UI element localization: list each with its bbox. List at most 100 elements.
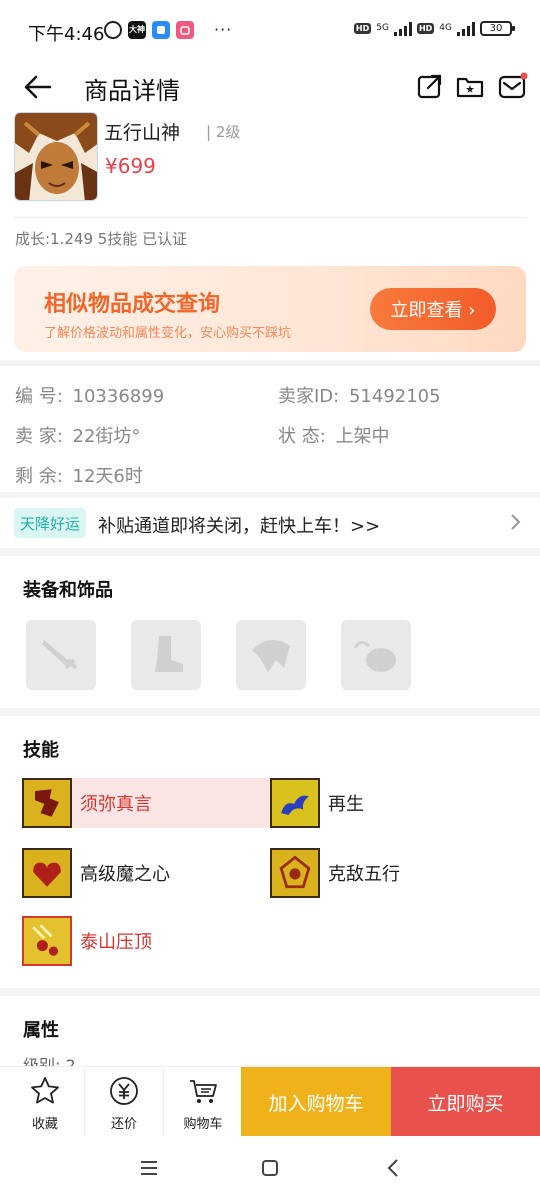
- folder-favorite-icon[interactable]: [456, 72, 484, 100]
- seller-id-label: 卖家ID:: [278, 386, 340, 407]
- section-gap: [0, 708, 540, 716]
- status-bar: 下午4:46 大神 ··· HD 5G HD 4G 30: [0, 0, 540, 62]
- item-tags: 成长:1.249 5技能 已认证: [15, 230, 188, 248]
- remain-label: 剩 余:: [15, 466, 63, 487]
- star-icon: [31, 1077, 59, 1104]
- item-name: 五行山神: [104, 122, 181, 144]
- system-nav-bar: [0, 1136, 540, 1200]
- item-price: ¥699: [105, 154, 156, 178]
- more-notifications-icon: ···: [214, 20, 233, 39]
- bargain-button[interactable]: 还价: [85, 1067, 163, 1137]
- battery-icon: 30: [480, 21, 515, 36]
- menu-icon[interactable]: [137, 1156, 161, 1180]
- accessory-slot-icon: [353, 641, 396, 672]
- status-row: 状 态: 上架中: [278, 422, 390, 448]
- share-icon[interactable]: [416, 72, 444, 100]
- taishan-skill-icon: [22, 916, 72, 966]
- back-arrow-icon[interactable]: [22, 72, 54, 102]
- demon-heart-skill-icon: [22, 848, 72, 898]
- serial-row: 编 号: 10336899: [15, 382, 164, 408]
- seller-label: 卖 家:: [15, 426, 63, 447]
- promo-title: 相似物品成交查询: [44, 292, 221, 317]
- skill-label: 高级魔之心: [80, 864, 170, 885]
- app-header: 商品详情: [0, 62, 540, 112]
- equipment-title: 装备和饰品: [23, 580, 113, 601]
- skills-title: 技能: [23, 740, 59, 761]
- divider: [14, 217, 526, 218]
- lucky-badge: 天降好运: [14, 508, 87, 538]
- item-avatar: [14, 112, 98, 201]
- armor-slot-icon: [252, 639, 290, 672]
- cart-label: 购物车: [183, 1117, 223, 1132]
- skill-item[interactable]: 克敌五行: [270, 848, 518, 898]
- status-right-icons: HD 5G HD 4G 30: [353, 21, 515, 36]
- cart-button[interactable]: 购物车: [164, 1067, 242, 1137]
- boots-slot-icon: [155, 636, 183, 672]
- page-title: 商品详情: [84, 77, 180, 105]
- similar-trade-banner[interactable]: 相似物品成交查询 了解价格波动和属性变化，安心购买不踩坑 立即查看 ›: [14, 266, 526, 352]
- subsidy-notice[interactable]: 天降好运 补贴通道即将关闭，赶快上车！>>: [0, 498, 540, 548]
- armor-slot[interactable]: [236, 620, 306, 690]
- skill-label: 克敌五行: [328, 864, 400, 885]
- bottom-action-bar: 收藏 还价 购物车 加入购物车 立即购买: [0, 1066, 540, 1137]
- cart-icon: [190, 1080, 217, 1103]
- dashen-app-icon: 大神: [128, 20, 146, 39]
- network-4g-label: 4G: [439, 23, 452, 33]
- skills-section: 技能 须弥真言 再生 高级魔之心 克敌五行 泰山压顶: [0, 716, 540, 988]
- back-icon[interactable]: [382, 1156, 406, 1180]
- buy-now-button[interactable]: 立即购买: [391, 1067, 540, 1137]
- seller-value: 22街坊°: [72, 426, 141, 447]
- item-summary: 五行山神 | 2级 ¥699 成长:1.249 5技能 已认证 相似物品成交查询…: [0, 112, 540, 360]
- section-gap: [0, 988, 540, 996]
- attribute-level: 级别: 2: [23, 1056, 76, 1066]
- yuan-icon: [110, 1077, 138, 1105]
- attributes-section: 属性 级别: 2: [0, 996, 540, 1066]
- bargain-label: 还价: [110, 1117, 137, 1132]
- signal-icon: [393, 21, 412, 36]
- promo-subtitle: 了解价格波动和属性变化，安心购买不踩坑: [44, 326, 292, 341]
- signal-icon-2: [457, 21, 475, 36]
- add-to-cart-button[interactable]: 加入购物车: [241, 1067, 391, 1137]
- regenerate-skill-icon: [270, 778, 320, 828]
- skill-item[interactable]: 须弥真言: [22, 778, 270, 828]
- seller-row: 卖 家: 22街坊°: [15, 422, 140, 448]
- item-info: 编 号: 10336899 卖家ID: 51492105 卖 家: 22街坊° …: [0, 366, 540, 492]
- serial-value: 10336899: [72, 386, 165, 407]
- chat-app-icon: [152, 20, 170, 39]
- attributes-title: 属性: [23, 1020, 59, 1041]
- xumi-skill-icon: [22, 778, 72, 828]
- alarm-icon: [104, 20, 122, 39]
- hd-icon: HD: [353, 23, 372, 34]
- skill-item[interactable]: 再生: [270, 778, 518, 828]
- shop-app-icon: [176, 20, 194, 39]
- seller-id-row: 卖家ID: 51492105: [278, 382, 441, 408]
- hd-icon-2: HD: [416, 23, 435, 34]
- equipment-section: 装备和饰品: [0, 556, 540, 708]
- status-value: 上架中: [335, 426, 390, 447]
- home-icon[interactable]: [258, 1156, 282, 1180]
- skill-label: 泰山压顶: [80, 932, 152, 953]
- battery-level: 30: [489, 23, 503, 34]
- five-elements-skill-icon: [270, 848, 320, 898]
- skill-item[interactable]: 高级魔之心: [22, 848, 270, 898]
- seller-id-value: 51492105: [348, 386, 441, 407]
- status-label: 状 态:: [278, 426, 326, 447]
- favorite-button[interactable]: 收藏: [6, 1067, 84, 1137]
- notice-text: 补贴通道即将关闭，赶快上车！>>: [98, 516, 381, 537]
- accessory-slot[interactable]: [341, 620, 411, 690]
- status-time: 下午4:46: [28, 24, 105, 45]
- chevron-right-icon: [511, 514, 521, 530]
- serial-label: 编 号:: [15, 386, 63, 407]
- favorite-label: 收藏: [31, 1117, 58, 1132]
- remain-value: 12天6时: [72, 466, 143, 487]
- status-app-icons: 大神 ···: [104, 20, 232, 39]
- message-icon[interactable]: [498, 72, 528, 100]
- remain-row: 剩 余: 12天6时: [15, 462, 143, 488]
- network-5g-label: 5G: [376, 23, 389, 33]
- view-now-button[interactable]: 立即查看 ›: [370, 288, 496, 330]
- skill-label: 须弥真言: [80, 794, 152, 815]
- item-level: | 2级: [206, 123, 241, 141]
- skill-item[interactable]: 泰山压顶: [22, 916, 270, 966]
- boots-slot[interactable]: [131, 620, 201, 690]
- weapon-slot[interactable]: [26, 620, 96, 690]
